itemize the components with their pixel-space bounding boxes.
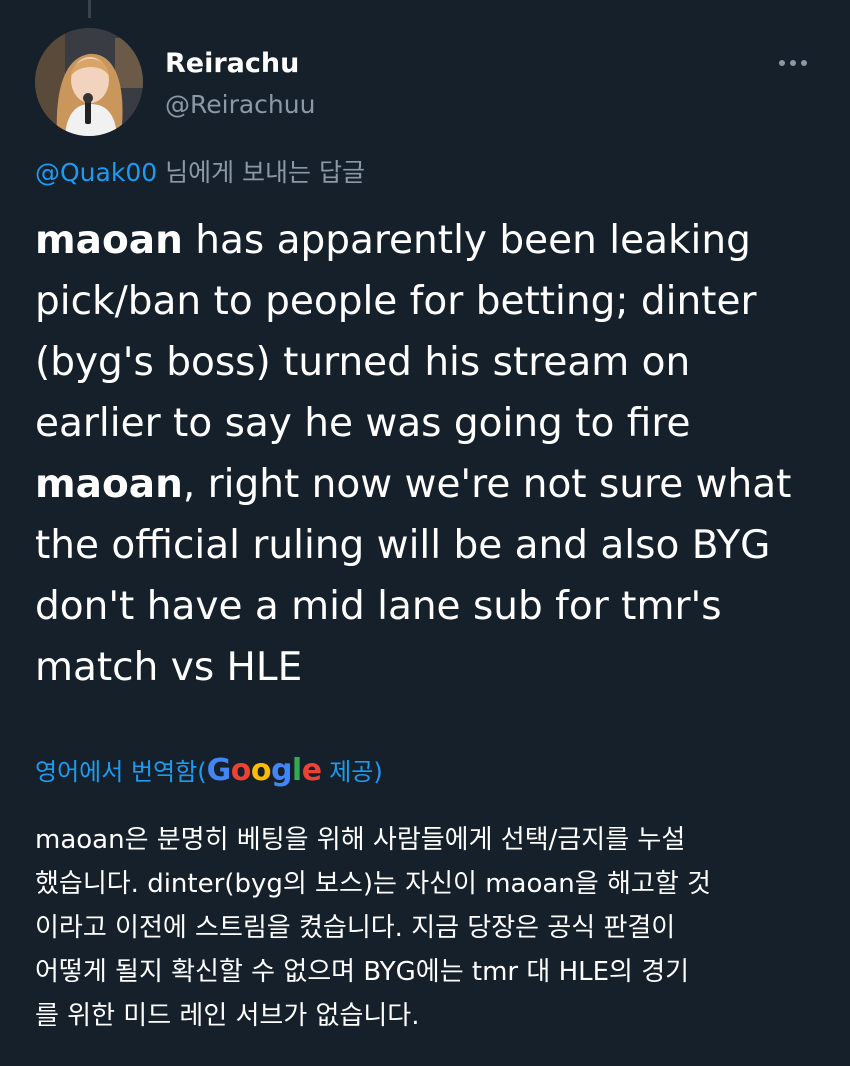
reply-mention-link[interactable]: @Quak00 [35, 158, 157, 187]
google-letter: G [206, 753, 232, 788]
more-dot [790, 60, 796, 66]
tweet-text-bold: maoan [35, 462, 183, 507]
google-letter: l [291, 753, 302, 788]
avatar[interactable] [35, 28, 143, 136]
translation-prefix: 영어에서 번역함( [35, 758, 207, 786]
tweet-text: maoan has apparently been leaking pick/b… [35, 210, 825, 698]
translation-suffix: 제공) [321, 758, 383, 786]
user-handle[interactable]: @Reirachuu [165, 90, 315, 119]
user-display-name[interactable]: Reirachu [165, 48, 299, 79]
google-letter: o [230, 753, 252, 788]
google-logo: Google [206, 753, 323, 788]
tweet-header: Reirachu @Reirachuu [35, 28, 815, 138]
more-dot [801, 60, 807, 66]
google-letter: e [301, 753, 322, 788]
translation-attribution[interactable]: 영어에서 번역함(Google 제공) [35, 752, 383, 788]
avatar-image [35, 28, 143, 136]
translated-text: maoan은 분명히 베팅을 위해 사람들에게 선택/금지를 누설 했습니다. … [35, 825, 711, 1031]
replying-to: @Quak00 님에게 보내는 답글 [35, 153, 365, 189]
google-letter: o [250, 753, 272, 788]
more-horizontal-icon[interactable] [771, 48, 815, 78]
reply-suffix: 님에게 보내는 답글 [157, 158, 365, 187]
tweet-text-bold: maoan [35, 218, 183, 263]
thread-connector-line [88, 0, 91, 18]
more-dot [779, 60, 785, 66]
google-letter: g [270, 753, 292, 788]
